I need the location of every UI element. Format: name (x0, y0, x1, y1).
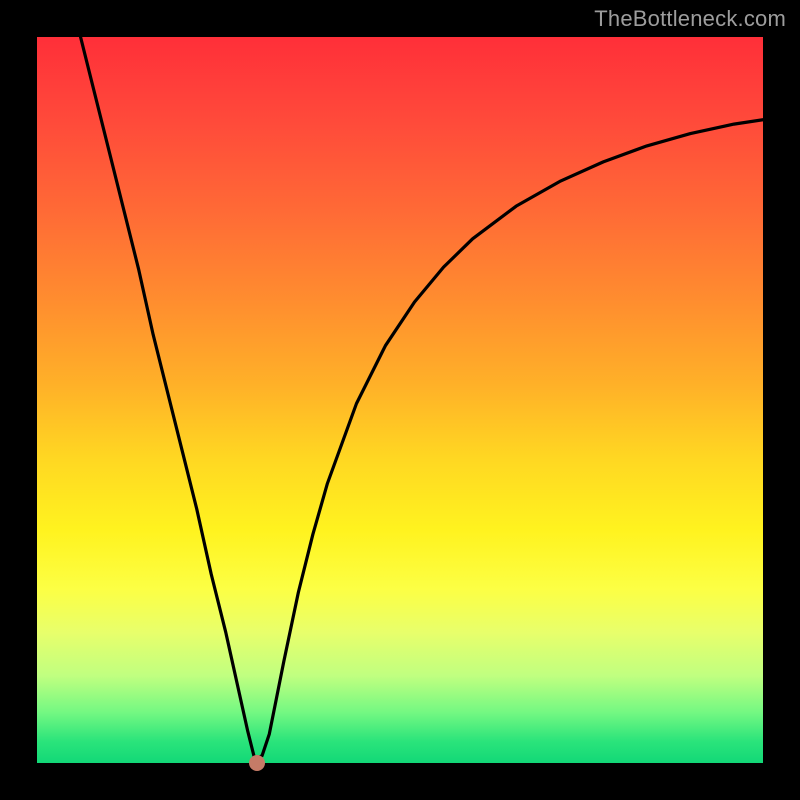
watermark-text: TheBottleneck.com (594, 6, 786, 32)
optimum-marker-dot (249, 755, 265, 771)
chart-container: TheBottleneck.com (0, 0, 800, 800)
plot-area (37, 37, 763, 763)
curve-svg (37, 37, 763, 763)
bottleneck-curve (81, 37, 763, 759)
